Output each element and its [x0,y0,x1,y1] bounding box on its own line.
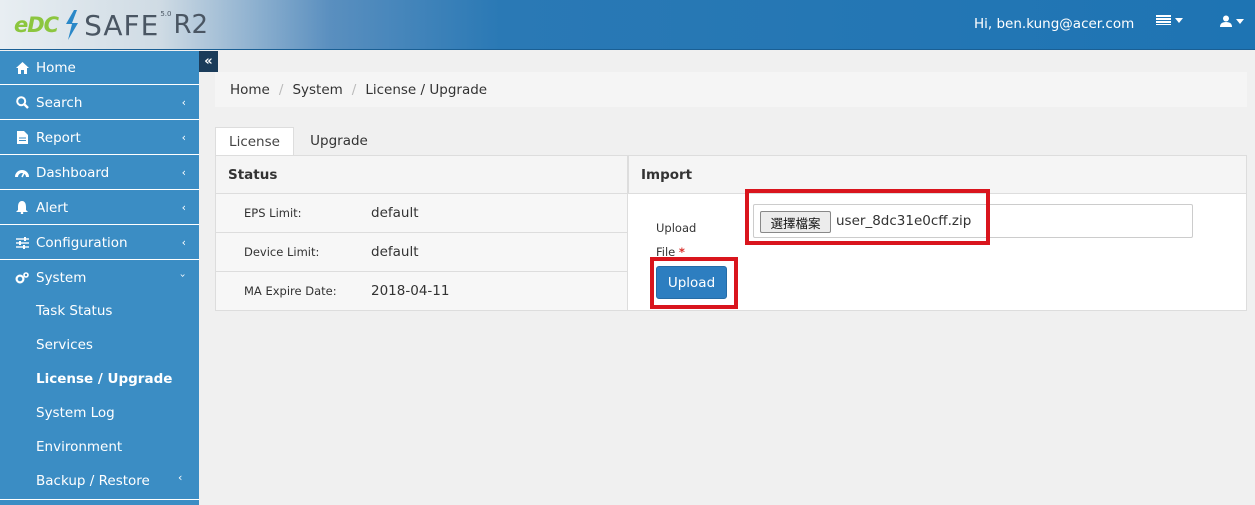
breadcrumb-current: License / Upgrade [365,81,488,98]
sidebar-item-system[interactable]: System ‹ [0,261,199,295]
logo-brand: eDC [14,13,59,37]
highlight-box-file-input [745,189,990,245]
device-limit-label: Device Limit: [244,245,320,259]
status-row: Device Limit: default [216,233,627,272]
sidebar-subitem-environment[interactable]: Environment [36,439,122,455]
sidebar-item-alert[interactable]: Alert ‹ [0,191,199,225]
sidebar-item-configuration[interactable]: Configuration ‹ [0,226,199,260]
sidebar-item-label: Alert [36,199,69,216]
user-icon [1220,15,1232,27]
user-greeting: Hi, ben.kung@acer.com [974,16,1135,32]
device-limit-value: default [371,244,419,260]
ma-expire-date-label: MA Expire Date: [244,284,337,298]
breadcrumb-separator: / [278,81,284,98]
chevron-down-icon [1175,17,1183,23]
status-row: EPS Limit: default [216,194,627,233]
tab-upgrade[interactable]: Upgrade [298,127,380,155]
sidebar-item-label: Dashboard [36,164,110,181]
upload-label-line: Upload [656,221,697,235]
eps-limit-value: default [371,205,419,221]
user-menu[interactable] [1220,15,1244,27]
breadcrumb-separator: / [351,81,357,98]
breadcrumb: Home / System / License / Upgrade [215,72,1247,107]
logo-version: 5.0 [160,10,172,18]
chevron-down-icon [1236,18,1244,24]
highlight-box-upload-button [650,257,738,309]
sidebar-collapse-button[interactable]: « [199,51,218,72]
sidebar-subitem-services[interactable]: Services [36,337,93,353]
eps-limit-label: EPS Limit: [244,206,302,220]
panel-divider [627,156,628,310]
chevron-left-icon: ‹ [181,96,186,109]
sidebar-subitem-backup-restore[interactable]: Backup / Restore [36,473,150,489]
app-logo[interactable]: eDC SAFE 5.0 R2 [14,8,208,42]
sidebar-subitem-license-upgrade[interactable]: License / Upgrade [36,371,172,387]
chevron-down-icon: ‹ [177,273,189,278]
top-header: eDC SAFE 5.0 R2 Hi, ben.kung@acer.com [0,0,1255,50]
sidebar-item-label: System [36,270,87,286]
chevron-left-icon: ‹ [181,131,186,144]
sidebar-subitem-system-log[interactable]: System Log [36,405,115,421]
logo-product: SAFE [84,8,160,42]
bell-icon [15,201,29,215]
language-menu[interactable] [1156,15,1183,25]
sidebar-item-search[interactable]: Search ‹ [0,86,199,120]
flag-icon [1156,15,1171,25]
sliders-icon [15,236,29,250]
home-icon [15,61,29,75]
sidebar-item-home[interactable]: Home [0,51,199,85]
logo-s-mark-icon [66,10,79,40]
breadcrumb-system[interactable]: System [292,82,342,98]
logo-suffix: R2 [173,10,209,40]
chevron-left-icon: ‹ [181,201,186,214]
breadcrumb-home[interactable]: Home [230,82,270,98]
dashboard-icon [15,166,29,180]
chevron-left-icon: ‹ [181,166,186,179]
chevron-left-icon: ‹ [178,471,183,484]
sidebar-item-report[interactable]: Report ‹ [0,121,199,155]
status-row: MA Expire Date: 2018-04-11 [216,272,627,310]
sidebar-item-label: Report [36,129,81,146]
sidebar-subitem-task-status[interactable]: Task Status [36,303,112,319]
ma-expire-date-value: 2018-04-11 [371,283,450,299]
gears-icon [15,271,29,285]
double-chevron-left-icon: « [204,54,213,69]
sidebar-divider [0,499,199,500]
tab-license[interactable]: License [215,127,294,155]
search-icon [15,96,29,110]
status-panel-title: Status [216,156,628,194]
sidebar-item-label: Configuration [36,234,128,251]
sidebar: Home Search ‹ Report ‹ Dashboard ‹ Alert… [0,51,199,505]
sidebar-item-label: Home [36,59,76,76]
sidebar-item-label: Search [36,94,83,111]
file-icon [15,131,29,145]
chevron-left-icon: ‹ [181,236,186,249]
sidebar-item-dashboard[interactable]: Dashboard ‹ [0,156,199,190]
